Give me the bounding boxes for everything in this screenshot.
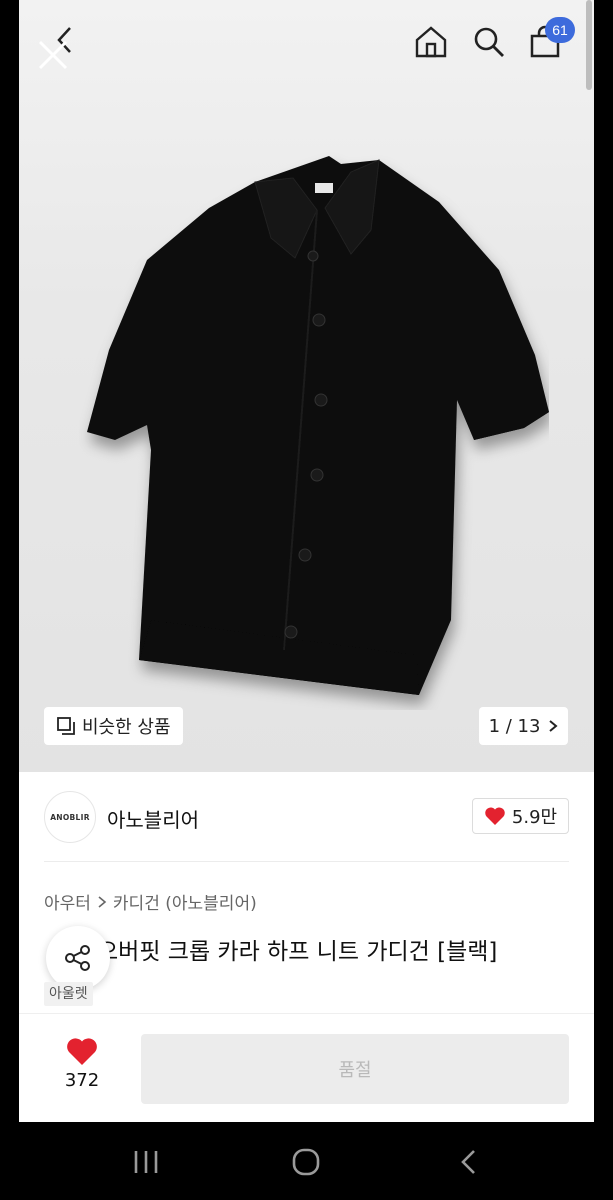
- image-counter-text: 1 / 13: [488, 715, 541, 737]
- search-icon: [474, 27, 504, 57]
- home-circle-icon: [292, 1148, 320, 1176]
- chevron-right-icon: [98, 895, 107, 908]
- image-counter[interactable]: 1 / 13: [479, 707, 568, 745]
- chevron-right-icon: [549, 720, 558, 732]
- heart-icon: [67, 1038, 97, 1065]
- top-bar: 61: [19, 0, 594, 90]
- product-image: [87, 156, 549, 695]
- share-button[interactable]: [46, 926, 110, 990]
- search-button[interactable]: [469, 22, 509, 62]
- back-nav-button[interactable]: [443, 1144, 493, 1180]
- recent-apps-icon: [134, 1151, 158, 1173]
- breadcrumb-item[interactable]: 카디건 (아노블리어): [113, 889, 257, 914]
- purchase-bar: 372 품절: [19, 1013, 594, 1122]
- android-navigation-bar: [0, 1122, 613, 1200]
- home-nav-button[interactable]: [281, 1144, 331, 1180]
- home-icon: [415, 26, 447, 58]
- wishlist-count: 372: [64, 1070, 100, 1091]
- close-button[interactable]: [33, 35, 73, 75]
- brand-logo[interactable]: ANOBLIR: [44, 791, 96, 843]
- similar-products-label: 비슷한 상품: [82, 717, 171, 738]
- outlet-tag: 아울렛: [44, 982, 93, 1006]
- seller-row[interactable]: ANOBLIR 아노블리어 5.9만: [19, 772, 594, 862]
- cart-count-badge: 61: [545, 17, 575, 43]
- similar-products-button[interactable]: 비슷한 상품: [44, 707, 183, 745]
- product-image-gallery[interactable]: 61 비슷한 상품 1 / 13: [19, 0, 594, 772]
- similar-items-icon: [57, 717, 75, 735]
- back-icon: [461, 1150, 475, 1174]
- wishlist-button[interactable]: 372: [49, 1036, 115, 1100]
- phone-frame: 61 비슷한 상품 1 / 13 ANOBLIR 아노블리어 5.9만 아우터 …: [0, 0, 613, 1200]
- app-screen: 61 비슷한 상품 1 / 13 ANOBLIR 아노블리어 5.9만 아우터 …: [19, 0, 594, 1122]
- breadcrumb: 아우터 카디건 (아노블리어): [44, 889, 257, 914]
- brand-like-count: 5.9만: [511, 807, 558, 828]
- close-icon: [38, 40, 68, 70]
- sold-out-button[interactable]: 품절: [141, 1034, 569, 1104]
- divider: [44, 861, 569, 862]
- brand-name[interactable]: 아노블리어: [107, 804, 199, 833]
- home-button[interactable]: [411, 22, 451, 62]
- product-title: 오버핏 크롭 카라 하프 니트 가디건 [블랙]: [97, 939, 498, 965]
- breadcrumb-item[interactable]: 아우터: [44, 889, 91, 914]
- heart-icon: [485, 807, 505, 825]
- recent-apps-button[interactable]: [121, 1144, 171, 1180]
- share-icon: [65, 945, 90, 971]
- brand-like-button[interactable]: 5.9만: [472, 798, 569, 834]
- scrollbar[interactable]: [586, 0, 592, 90]
